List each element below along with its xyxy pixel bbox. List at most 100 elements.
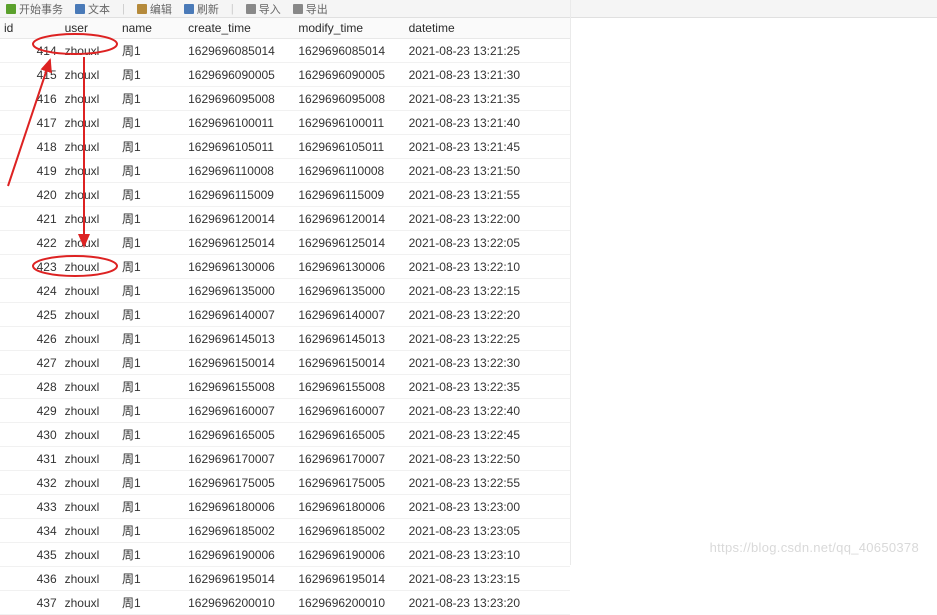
cell-user[interactable]: zhouxl	[61, 159, 118, 183]
cell-name[interactable]: 周1	[118, 351, 184, 375]
cell-user[interactable]: zhouxl	[61, 327, 118, 351]
cell-user[interactable]: zhouxl	[61, 255, 118, 279]
cell-id[interactable]: 437	[0, 591, 61, 615]
cell-create[interactable]: 1629696100011	[184, 111, 294, 135]
cell-create[interactable]: 1629696120014	[184, 207, 294, 231]
table-row[interactable]: 418zhouxl周116296961050111629696105011202…	[0, 135, 570, 159]
cell-name[interactable]: 周1	[118, 231, 184, 255]
cell-modify[interactable]: 1629696180006	[294, 495, 404, 519]
cell-datetime[interactable]: 2021-08-23 13:23:15	[405, 567, 570, 591]
cell-create[interactable]: 1629696160007	[184, 399, 294, 423]
cell-user[interactable]: zhouxl	[61, 495, 118, 519]
cell-datetime[interactable]: 2021-08-23 13:21:30	[405, 63, 570, 87]
cell-modify[interactable]: 1629696155008	[294, 375, 404, 399]
cell-datetime[interactable]: 2021-08-23 13:22:35	[405, 375, 570, 399]
cell-name[interactable]: 周1	[118, 447, 184, 471]
cell-datetime[interactable]: 2021-08-23 13:22:40	[405, 399, 570, 423]
cell-create[interactable]: 1629696090005	[184, 63, 294, 87]
cell-user[interactable]: zhouxl	[61, 471, 118, 495]
col-header-datetime[interactable]: datetime	[405, 18, 570, 39]
cell-modify[interactable]: 1629696115009	[294, 183, 404, 207]
table-row[interactable]: 414zhouxl周116296960850141629696085014202…	[0, 39, 570, 63]
cell-create[interactable]: 1629696190006	[184, 543, 294, 567]
toolbar-edit-button[interactable]: 编辑	[137, 1, 172, 17]
cell-user[interactable]: zhouxl	[61, 231, 118, 255]
cell-name[interactable]: 周1	[118, 327, 184, 351]
table-row[interactable]: 425zhouxl周116296961400071629696140007202…	[0, 303, 570, 327]
col-header-user[interactable]: user	[61, 18, 118, 39]
cell-create[interactable]: 1629696185002	[184, 519, 294, 543]
cell-user[interactable]: zhouxl	[61, 279, 118, 303]
toolbar-export-button[interactable]: 导出	[293, 1, 328, 17]
cell-create[interactable]: 1629696115009	[184, 183, 294, 207]
col-header-modify[interactable]: modify_time	[294, 18, 404, 39]
cell-name[interactable]: 周1	[118, 39, 184, 63]
cell-name[interactable]: 周1	[118, 159, 184, 183]
table-row[interactable]: 417zhouxl周116296961000111629696100011202…	[0, 111, 570, 135]
cell-id[interactable]: 423	[0, 255, 61, 279]
col-header-id[interactable]: id	[0, 18, 61, 39]
toolbar-begin-tx-button[interactable]: 开始事务	[6, 1, 63, 17]
header-row[interactable]: id user name create_time modify_time dat…	[0, 18, 570, 39]
cell-create[interactable]: 1629696105011	[184, 135, 294, 159]
cell-modify[interactable]: 1629696135000	[294, 279, 404, 303]
cell-name[interactable]: 周1	[118, 87, 184, 111]
cell-user[interactable]: zhouxl	[61, 135, 118, 159]
cell-create[interactable]: 1629696180006	[184, 495, 294, 519]
data-grid[interactable]: id user name create_time modify_time dat…	[0, 18, 570, 615]
cell-name[interactable]: 周1	[118, 207, 184, 231]
cell-create[interactable]: 1629696140007	[184, 303, 294, 327]
table-row[interactable]: 424zhouxl周116296961350001629696135000202…	[0, 279, 570, 303]
table-row[interactable]: 432zhouxl周116296961750051629696175005202…	[0, 471, 570, 495]
table-row[interactable]: 423zhouxl周116296961300061629696130006202…	[0, 255, 570, 279]
cell-datetime[interactable]: 2021-08-23 13:22:30	[405, 351, 570, 375]
cell-name[interactable]: 周1	[118, 375, 184, 399]
cell-datetime[interactable]: 2021-08-23 13:22:50	[405, 447, 570, 471]
cell-user[interactable]: zhouxl	[61, 63, 118, 87]
cell-modify[interactable]: 1629696175005	[294, 471, 404, 495]
cell-modify[interactable]: 1629696145013	[294, 327, 404, 351]
cell-create[interactable]: 1629696085014	[184, 39, 294, 63]
table-row[interactable]: 430zhouxl周116296961650051629696165005202…	[0, 423, 570, 447]
cell-datetime[interactable]: 2021-08-23 13:21:35	[405, 87, 570, 111]
cell-user[interactable]: zhouxl	[61, 207, 118, 231]
cell-modify[interactable]: 1629696110008	[294, 159, 404, 183]
cell-create[interactable]: 1629696130006	[184, 255, 294, 279]
cell-create[interactable]: 1629696135000	[184, 279, 294, 303]
cell-id[interactable]: 425	[0, 303, 61, 327]
cell-modify[interactable]: 1629696170007	[294, 447, 404, 471]
cell-id[interactable]: 427	[0, 351, 61, 375]
cell-id[interactable]: 415	[0, 63, 61, 87]
toolbar-text-button[interactable]: 文本	[75, 1, 110, 17]
cell-modify[interactable]: 1629696105011	[294, 135, 404, 159]
cell-modify[interactable]: 1629696140007	[294, 303, 404, 327]
cell-id[interactable]: 432	[0, 471, 61, 495]
cell-name[interactable]: 周1	[118, 255, 184, 279]
cell-name[interactable]: 周1	[118, 399, 184, 423]
table-row[interactable]: 437zhouxl周116296962000101629696200010202…	[0, 591, 570, 615]
cell-modify[interactable]: 1629696150014	[294, 351, 404, 375]
cell-datetime[interactable]: 2021-08-23 13:21:40	[405, 111, 570, 135]
cell-create[interactable]: 1629696155008	[184, 375, 294, 399]
cell-create[interactable]: 1629696125014	[184, 231, 294, 255]
cell-name[interactable]: 周1	[118, 279, 184, 303]
cell-modify[interactable]: 1629696130006	[294, 255, 404, 279]
table-row[interactable]: 416zhouxl周116296960950081629696095008202…	[0, 87, 570, 111]
cell-name[interactable]: 周1	[118, 471, 184, 495]
cell-name[interactable]: 周1	[118, 543, 184, 567]
cell-id[interactable]: 421	[0, 207, 61, 231]
cell-datetime[interactable]: 2021-08-23 13:21:25	[405, 39, 570, 63]
cell-modify[interactable]: 1629696120014	[294, 207, 404, 231]
cell-id[interactable]: 416	[0, 87, 61, 111]
cell-name[interactable]: 周1	[118, 303, 184, 327]
cell-modify[interactable]: 1629696125014	[294, 231, 404, 255]
cell-modify[interactable]: 1629696190006	[294, 543, 404, 567]
cell-name[interactable]: 周1	[118, 495, 184, 519]
cell-modify[interactable]: 1629696160007	[294, 399, 404, 423]
cell-create[interactable]: 1629696095008	[184, 87, 294, 111]
cell-id[interactable]: 419	[0, 159, 61, 183]
cell-create[interactable]: 1629696200010	[184, 591, 294, 615]
cell-create[interactable]: 1629696165005	[184, 423, 294, 447]
cell-datetime[interactable]: 2021-08-23 13:22:00	[405, 207, 570, 231]
cell-modify[interactable]: 1629696090005	[294, 63, 404, 87]
